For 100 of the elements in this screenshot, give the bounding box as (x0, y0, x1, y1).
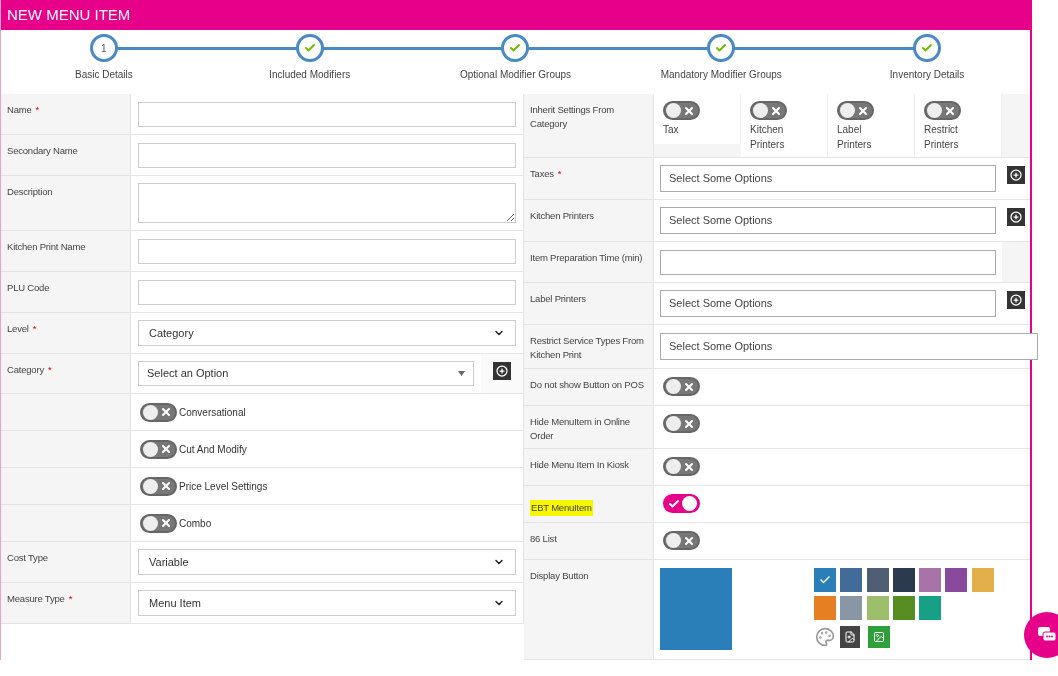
toggle-switch[interactable] (750, 101, 787, 120)
toggle-switch[interactable] (663, 531, 700, 550)
field-label: PLU Code (7, 281, 50, 295)
text-field[interactable] (138, 101, 516, 127)
toggle-label: Conversational (179, 405, 246, 420)
dropdown-field[interactable]: Category (138, 320, 516, 346)
page-title: NEW MENU ITEM (7, 4, 131, 25)
color-swatch[interactable] (892, 596, 915, 620)
toggle-label: Tax (663, 123, 680, 137)
check-icon (509, 42, 522, 54)
toggle-switch[interactable] (140, 402, 177, 422)
toggle-switch[interactable] (663, 377, 700, 396)
color-swatch[interactable] (840, 596, 863, 620)
color-swatch[interactable] (814, 568, 836, 592)
multi-select-field[interactable]: Select Some Options (660, 290, 996, 317)
multi-select-field[interactable]: Select Some Options (660, 207, 996, 234)
dropdown-field[interactable]: Select an Option (138, 361, 474, 386)
toggle-switch[interactable] (140, 476, 177, 496)
toggle-switch[interactable] (837, 101, 874, 120)
field-label: Cost Type (7, 551, 48, 565)
field-label: Hide Menu Item In Kiosk (530, 458, 629, 472)
x-icon (160, 443, 172, 455)
field-label: Name * (7, 103, 40, 117)
field-label: Kitchen Printers (530, 209, 594, 223)
x-icon (683, 534, 695, 547)
dropdown-field[interactable]: Variable (138, 549, 516, 575)
x-icon (857, 104, 869, 117)
check-icon (303, 42, 316, 54)
chat-bubbles-icon (1037, 626, 1057, 644)
color-swatch[interactable] (814, 596, 836, 620)
multi-select-field[interactable]: Select Some Options (660, 333, 1038, 360)
x-icon (683, 104, 695, 117)
toggle-switch[interactable] (140, 513, 177, 533)
color-swatch[interactable] (971, 568, 994, 592)
toggle-switch[interactable] (663, 457, 700, 476)
text-field[interactable] (138, 142, 516, 168)
check-icon (668, 497, 680, 510)
dropdown-field[interactable]: Menu Item (138, 590, 516, 616)
add-button[interactable] (1007, 291, 1025, 309)
toggle-switch[interactable] (663, 494, 700, 513)
toggle-label: Kitchen Printers (750, 123, 786, 152)
field-label: Category * (7, 363, 52, 377)
step-label: Optional Modifier Groups (459, 68, 572, 82)
image-icon[interactable] (868, 626, 890, 648)
file-image-icon[interactable] (840, 626, 860, 648)
x-icon (683, 417, 695, 430)
color-swatch[interactable] (945, 568, 968, 592)
step-label: Inventory Details (889, 68, 965, 82)
step-label: Basic Details (75, 68, 133, 82)
color-swatch[interactable] (840, 568, 863, 592)
step-label: Included Modifiers (269, 68, 351, 82)
field-label: Restrict Service Types From Kitchen Print (530, 334, 645, 362)
toggle-label: Combo (179, 516, 212, 531)
field-label: Inherit Settings From Category (530, 103, 615, 131)
x-icon (683, 380, 695, 393)
x-icon (160, 480, 172, 492)
field-label: Description (7, 185, 53, 199)
toggle-switch[interactable] (924, 101, 961, 120)
field-label: Measure Type * (7, 592, 73, 606)
text-field[interactable] (660, 249, 996, 275)
toggle-label: Cut And Modify (179, 442, 247, 457)
toggle-switch[interactable] (663, 414, 700, 433)
x-icon (683, 460, 695, 473)
toggle-label: Restrict Printers (924, 123, 960, 152)
field-label: Secondary Name (7, 144, 78, 158)
field-label: Taxes * (530, 167, 562, 181)
toggle-label: Price Level Settings (179, 479, 268, 494)
toggle-switch[interactable] (663, 101, 700, 120)
palette-icon[interactable] (814, 627, 836, 647)
field-label: Do not show Button on POS (530, 378, 644, 392)
color-swatch[interactable] (919, 596, 942, 620)
field-label: EBT MenuItem (530, 500, 593, 516)
x-icon (770, 104, 782, 117)
step-label: Mandatory Modifier Groups (660, 68, 782, 82)
check-icon (921, 42, 934, 54)
chat-button[interactable] (1024, 612, 1058, 658)
x-icon (160, 517, 172, 529)
field-label: 86 List (530, 532, 557, 546)
field-label: Display Button (530, 569, 589, 583)
field-label: Kitchen Print Name (7, 240, 86, 254)
add-button[interactable] (1007, 166, 1025, 184)
field-label: Item Preparation Time (min) (530, 251, 643, 265)
check-icon (715, 42, 728, 54)
text-field[interactable] (138, 279, 516, 305)
color-swatch[interactable] (866, 596, 889, 620)
multi-select-field[interactable]: Select Some Options (660, 165, 996, 192)
field-label: Hide MenuItem in Online Order (530, 415, 631, 443)
toggle-switch[interactable] (140, 439, 177, 459)
description-field[interactable] (138, 183, 516, 223)
add-button[interactable] (1007, 208, 1025, 226)
x-icon (160, 406, 172, 418)
color-swatch[interactable] (866, 568, 889, 592)
field-label: Label Printers (530, 292, 586, 306)
color-swatch[interactable] (892, 568, 915, 592)
text-field[interactable] (138, 238, 516, 264)
caret-icon (458, 371, 465, 376)
color-swatch[interactable] (919, 568, 942, 592)
x-icon (944, 104, 956, 117)
field-label: Level * (7, 322, 37, 336)
add-button[interactable] (493, 362, 511, 380)
